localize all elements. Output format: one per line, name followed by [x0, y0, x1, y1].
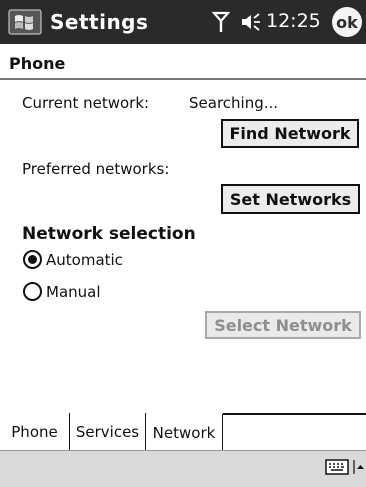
page-title: Phone	[9, 54, 66, 73]
radio-selected-dot	[28, 255, 37, 264]
windows-flag-icon[interactable]	[5, 7, 45, 37]
manual-label[interactable]: Manual	[46, 283, 101, 301]
menu-bar	[0, 450, 366, 487]
tab-services[interactable]: Services	[70, 413, 146, 450]
tab-phone[interactable]: Phone	[0, 413, 70, 450]
select-network-button[interactable]: Select Network	[205, 311, 361, 339]
title-divider	[0, 78, 366, 80]
set-networks-button[interactable]: Set Networks	[221, 184, 360, 214]
automatic-label[interactable]: Automatic	[46, 251, 123, 269]
tab-network[interactable]: Network	[146, 413, 223, 450]
find-network-button[interactable]: Find Network	[221, 119, 359, 148]
antenna-icon[interactable]	[212, 10, 230, 34]
current-network-value: Searching...	[189, 94, 279, 112]
clock[interactable]: 12:25	[266, 10, 321, 32]
tab-bar: Phone Services Network	[0, 413, 366, 450]
current-network-label: Current network:	[22, 94, 150, 112]
manual-radio[interactable]	[23, 282, 42, 301]
keyboard-icon[interactable]	[325, 459, 349, 475]
preferred-networks-label: Preferred networks:	[22, 160, 170, 178]
network-selection-heading: Network selection	[22, 224, 196, 244]
menu-bar-divider	[0, 450, 366, 451]
automatic-radio[interactable]	[23, 250, 42, 269]
ok-button[interactable]: ok	[332, 7, 362, 37]
speaker-icon[interactable]	[240, 12, 262, 32]
title-bar: Settings 12:25 ok	[0, 0, 366, 44]
app-title: Settings	[50, 10, 149, 34]
chevron-up-icon[interactable]	[353, 460, 364, 474]
